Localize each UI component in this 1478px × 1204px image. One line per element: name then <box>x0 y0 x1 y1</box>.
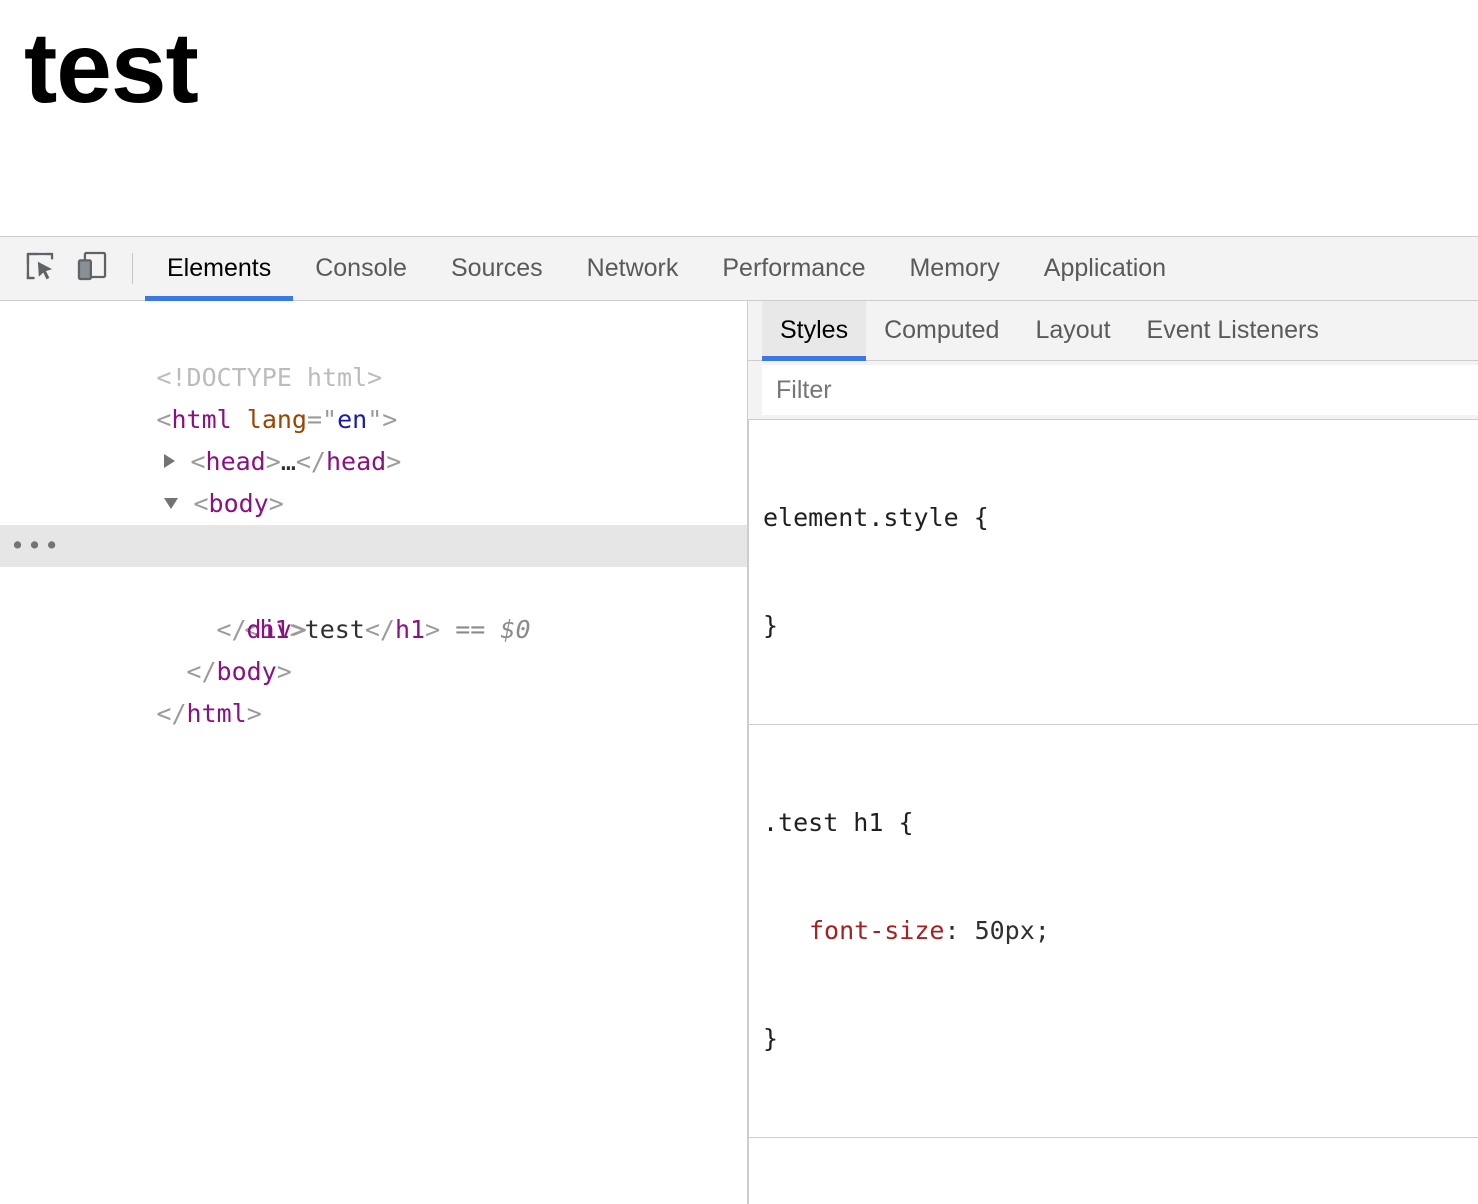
page-viewport: test <box>0 0 1478 236</box>
tab-label: Network <box>587 254 679 283</box>
tab-layout[interactable]: Layout <box>1017 301 1128 360</box>
tab-label: Styles <box>780 316 848 345</box>
toolbar-divider <box>132 253 133 284</box>
dom-row-body-close[interactable]: </body> <box>0 609 747 651</box>
dom-row-div[interactable]: <div class="test"> <box>0 483 747 525</box>
inspect-element-button[interactable] <box>14 237 66 300</box>
tab-label: Application <box>1044 254 1166 283</box>
toggle-device-toolbar-button[interactable] <box>66 237 118 300</box>
tab-console[interactable]: Console <box>293 237 429 300</box>
dom-row-html-close[interactable]: </html> <box>0 651 747 693</box>
styles-filter-input[interactable] <box>762 365 1478 415</box>
css-selector[interactable]: .test h1 { <box>763 805 1478 841</box>
styles-tabbar: Styles Computed Layout Event Listeners <box>748 301 1478 361</box>
tag-name-close: html <box>187 699 247 728</box>
node-menu-badge[interactable]: ••• <box>10 525 61 567</box>
device-toolbar-icon <box>75 249 109 288</box>
dom-row-h1-selected[interactable]: ••• <h1>test</h1> == $0 <box>0 525 747 567</box>
dom-row-head[interactable]: <head>…</head> <box>0 399 747 441</box>
css-rules-list: element.style { } .test h1 { font-size: … <box>748 420 1478 1204</box>
css-declaration[interactable]: font-size: 50px; <box>763 913 1478 949</box>
page-heading: test <box>24 18 198 118</box>
devtools-window: Elements Console Sources Network Perform… <box>0 236 1478 1204</box>
dom-row-html[interactable]: <html lang="en"> <box>0 357 747 399</box>
css-close-brace: } <box>763 608 1478 644</box>
tab-label: Console <box>315 254 407 283</box>
tab-label: Computed <box>884 316 999 345</box>
tab-sources[interactable]: Sources <box>429 237 565 300</box>
tab-styles[interactable]: Styles <box>762 301 866 360</box>
tab-label: Memory <box>909 254 999 283</box>
tab-computed[interactable]: Computed <box>866 301 1017 360</box>
inspect-element-icon <box>23 249 57 288</box>
css-property[interactable]: font-size <box>809 916 944 945</box>
css-rule-test-h1[interactable]: .test h1 { font-size: 50px; } <box>748 725 1478 1138</box>
dom-tree-pane[interactable]: <!DOCTYPE html> <html lang="en"> <head>…… <box>0 301 748 1204</box>
dom-row-body[interactable]: <body> <box>0 441 747 483</box>
dom-row-div-close[interactable]: </div> <box>0 567 747 609</box>
tab-label: Layout <box>1035 316 1110 345</box>
dom-row-doctype[interactable]: <!DOCTYPE html> <box>0 315 747 357</box>
css-rule-h1-author[interactable]: h1 { font-size: 20px; } <box>748 1138 1478 1204</box>
tab-performance[interactable]: Performance <box>700 237 887 300</box>
devtools-main: <!DOCTYPE html> <html lang="en"> <head>…… <box>0 301 1478 1204</box>
tab-label: Event Listeners <box>1147 316 1319 345</box>
tab-label: Performance <box>722 254 865 283</box>
tab-label: Sources <box>451 254 543 283</box>
css-close-brace: } <box>763 1021 1478 1057</box>
css-value[interactable]: 50px <box>975 916 1035 945</box>
styles-pane: Styles Computed Layout Event Listeners <box>748 301 1478 1204</box>
styles-filter-bar <box>748 361 1478 420</box>
tab-event-listeners[interactable]: Event Listeners <box>1129 301 1337 360</box>
tab-application[interactable]: Application <box>1022 237 1188 300</box>
tab-elements[interactable]: Elements <box>145 237 293 300</box>
tab-network[interactable]: Network <box>565 237 701 300</box>
tab-memory[interactable]: Memory <box>887 237 1021 300</box>
css-rule-element-style[interactable]: element.style { } <box>748 420 1478 725</box>
devtools-toolbar: Elements Console Sources Network Perform… <box>0 237 1478 301</box>
css-selector[interactable]: element.style { <box>763 500 1478 536</box>
tab-label: Elements <box>167 254 271 283</box>
